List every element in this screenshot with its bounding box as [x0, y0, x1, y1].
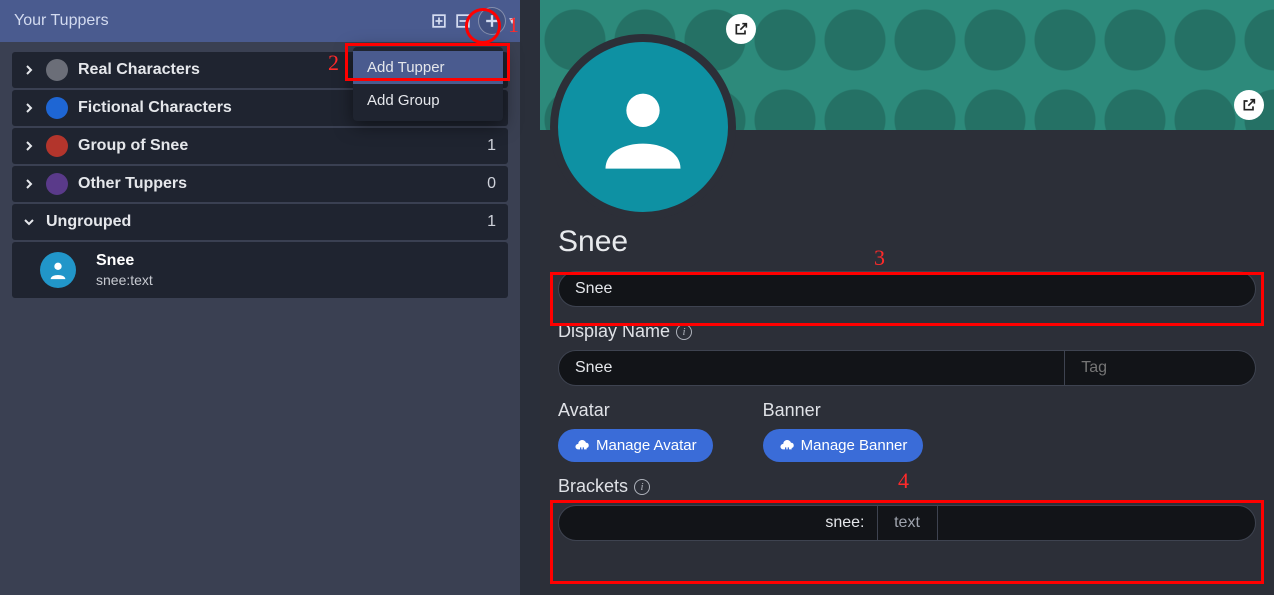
name-input[interactable] [558, 271, 1256, 307]
tupper-info: Snee snee:text [96, 252, 153, 288]
avatar-icon [40, 252, 76, 288]
chevron-right-icon [22, 179, 36, 189]
detail-content: Snee Display Name i Avatar Manage Avatar [540, 130, 1274, 595]
avatar-label: Avatar [558, 400, 713, 421]
group-label: Fictional Characters [78, 99, 232, 117]
brackets-label: Brackets i [558, 476, 1256, 497]
info-icon[interactable]: i [634, 479, 650, 495]
group-count: 1 [487, 137, 496, 155]
expand-all-icon[interactable] [430, 12, 448, 30]
group-row[interactable]: Group of Snee 1 [12, 128, 508, 164]
group-row[interactable]: Other Tuppers 0 [12, 166, 508, 202]
info-icon[interactable]: i [676, 324, 692, 340]
chevron-down-icon [22, 217, 36, 227]
group-count: 1 [487, 213, 496, 231]
group-label: Ungrouped [46, 213, 131, 231]
manage-avatar-button[interactable]: Manage Avatar [558, 429, 713, 462]
add-menu: Add Tupper Add Group [353, 47, 503, 121]
detail-panel: Snee Display Name i Avatar Manage Avatar [520, 0, 1274, 595]
chevron-right-icon [22, 141, 36, 151]
tupper-name: Snee [96, 252, 153, 270]
group-count: 0 [487, 175, 496, 193]
avatar-external-link-button[interactable] [726, 14, 756, 44]
sidebar-header: Your Tuppers ▼ [0, 0, 520, 42]
detail-name-heading: Snee [558, 225, 1256, 259]
group-label: Group of Snee [78, 137, 188, 155]
add-dropdown-button[interactable]: ▼ [478, 7, 506, 35]
collapse-all-icon[interactable] [454, 12, 472, 30]
group-icon [46, 173, 68, 195]
group-label: Other Tuppers [78, 175, 187, 193]
group-row[interactable]: Ungrouped 1 [12, 204, 508, 240]
display-name-label: Display Name i [558, 321, 1256, 342]
banner-label: Banner [763, 400, 924, 421]
group-icon [46, 59, 68, 81]
tupper-row[interactable]: Snee snee:text [12, 242, 508, 298]
brackets-input[interactable]: snee: text [558, 505, 1256, 541]
manage-banner-button[interactable]: Manage Banner [763, 429, 924, 462]
display-name-input[interactable] [558, 350, 1065, 386]
menu-add-tupper[interactable]: Add Tupper [353, 51, 503, 84]
menu-add-group[interactable]: Add Group [353, 84, 503, 117]
group-icon [46, 97, 68, 119]
chevron-right-icon [22, 103, 36, 113]
sidebar-actions: ▼ [430, 7, 506, 35]
tupper-brackets: snee:text [96, 272, 153, 288]
group-label: Real Characters [78, 61, 200, 79]
chevron-right-icon [22, 65, 36, 75]
sidebar-title: Your Tuppers [14, 12, 109, 30]
bracket-suffix[interactable] [938, 506, 1256, 540]
bracket-prefix[interactable]: snee: [559, 506, 878, 540]
caret-down-icon: ▼ [507, 16, 517, 27]
cloud-upload-icon [574, 438, 590, 454]
cloud-upload-icon [779, 438, 795, 454]
bracket-placeholder: text [878, 506, 938, 540]
tag-input[interactable] [1065, 350, 1256, 386]
avatar-large [550, 34, 736, 220]
group-icon [46, 135, 68, 157]
banner-external-link-button[interactable] [1234, 90, 1264, 120]
